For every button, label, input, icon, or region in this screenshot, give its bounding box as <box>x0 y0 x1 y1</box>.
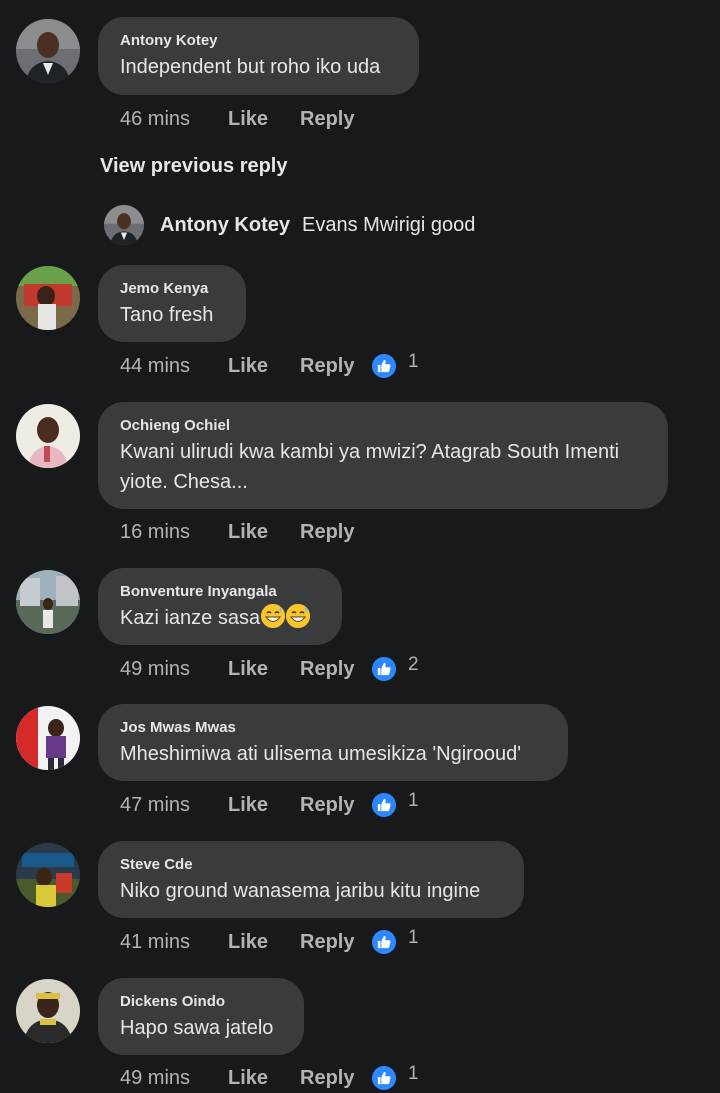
reply-text: Evans Mwirigi good <box>302 213 476 236</box>
like-reaction-icon[interactable] <box>372 1066 396 1090</box>
comment-text: Kwani ulirudi kwa kambi ya mwizi? Atagra… <box>120 441 620 463</box>
reply-button[interactable]: Reply <box>300 1067 372 1090</box>
comment-text: Hapo sawa jatelo <box>120 1017 274 1039</box>
reaction-count[interactable]: 2 <box>408 654 419 676</box>
comment-author[interactable]: Antony Kotey <box>120 32 397 50</box>
comment-time[interactable]: 44 mins <box>120 355 228 378</box>
comment-bubble: Antony Kotey Independent but roho iko ud… <box>98 17 419 95</box>
comment-time[interactable]: 47 mins <box>120 794 228 817</box>
reply-button[interactable]: Reply <box>300 521 372 544</box>
avatar[interactable] <box>16 404 80 468</box>
like-button[interactable]: Like <box>228 794 300 817</box>
reaction-count[interactable]: 1 <box>408 1063 419 1085</box>
comment-meta: 49 mins Like Reply 1 <box>120 1063 419 1093</box>
like-reaction-icon[interactable] <box>372 793 396 817</box>
avatar[interactable] <box>16 843 80 907</box>
like-button[interactable]: Like <box>228 521 300 544</box>
like-button[interactable]: Like <box>228 658 300 681</box>
comment-time[interactable]: 41 mins <box>120 931 228 954</box>
comment-time[interactable]: 49 mins <box>120 658 228 681</box>
avatar[interactable] <box>104 205 144 245</box>
comment-text: Tano fresh <box>120 304 214 326</box>
avatar[interactable] <box>16 706 80 770</box>
comment-text: Independent but roho iko uda <box>120 56 381 78</box>
reply-button[interactable]: Reply <box>300 658 372 681</box>
comment-author[interactable]: Bonventure Inyangala <box>120 583 320 601</box>
like-button[interactable]: Like <box>228 355 300 378</box>
like-reaction-icon[interactable] <box>372 354 396 378</box>
comment-author[interactable]: Dickens Oindo <box>120 993 282 1011</box>
like-reaction-icon[interactable] <box>372 930 396 954</box>
comment-bubble: Dickens Oindo Hapo sawa jatelo <box>98 978 304 1055</box>
comment-bubble: Bonventure Inyangala Kazi ianze sasa <box>98 568 342 645</box>
reply-button[interactable]: Reply <box>300 931 372 954</box>
comment-text-body: Kazi ianze sasa <box>120 607 261 629</box>
grinning-sweat-emoji-icon <box>261 604 286 628</box>
comment-text: Kazi ianze sasa <box>120 603 320 633</box>
reply-button[interactable]: Reply <box>300 794 372 817</box>
comment-text-continued: yiote. Chesa... <box>120 471 248 493</box>
comment-meta: 16 mins Like Reply <box>120 517 372 547</box>
comment-author[interactable]: Jos Mwas Mwas <box>120 719 546 737</box>
comment-bubble: Ochieng Ochiel Kwani ulirudi kwa kambi y… <box>98 402 668 509</box>
reaction-count[interactable]: 1 <box>408 351 419 373</box>
reply-button[interactable]: Reply <box>300 108 372 131</box>
view-previous-reply-link[interactable]: View previous reply <box>100 155 288 178</box>
reaction-count[interactable]: 1 <box>408 927 419 949</box>
comment-author[interactable]: Jemo Kenya <box>120 280 224 298</box>
comment-bubble: Jos Mwas Mwas Mheshimiwa ati ulisema ume… <box>98 704 568 781</box>
avatar[interactable] <box>16 979 80 1043</box>
comment-text: Niko ground wanasema jaribu kitu ingine <box>120 880 481 902</box>
comment-meta: 41 mins Like Reply 1 <box>120 927 419 957</box>
comment-time[interactable]: 49 mins <box>120 1067 228 1090</box>
like-button[interactable]: Like <box>228 108 300 131</box>
comment-meta: 44 mins Like Reply 1 <box>120 351 419 381</box>
comment-meta: 46 mins Like Reply <box>120 104 372 134</box>
comment-bubble: Jemo Kenya Tano fresh <box>98 265 246 342</box>
avatar[interactable] <box>16 570 80 634</box>
like-button[interactable]: Like <box>228 1067 300 1090</box>
comment-author[interactable]: Ochieng Ochiel <box>120 417 646 435</box>
comment-time[interactable]: 46 mins <box>120 108 228 131</box>
comment-meta: 49 mins Like Reply 2 <box>120 654 419 684</box>
comment-time[interactable]: 16 mins <box>120 521 228 544</box>
grinning-sweat-emoji-icon <box>286 604 311 628</box>
comment-bubble: Steve Cde Niko ground wanasema jaribu ki… <box>98 841 524 918</box>
comment-text: Mheshimiwa ati ulisema umesikiza 'Ngiroo… <box>120 743 522 765</box>
avatar[interactable] <box>16 19 80 83</box>
comment-author[interactable]: Steve Cde <box>120 856 502 874</box>
reply-author[interactable]: Antony Kotey <box>160 214 290 237</box>
comment-meta: 47 mins Like Reply 1 <box>120 790 419 820</box>
like-reaction-icon[interactable] <box>372 657 396 681</box>
reaction-count[interactable]: 1 <box>408 790 419 812</box>
reply-button[interactable]: Reply <box>300 355 372 378</box>
reply-preview[interactable]: Antony Kotey Evans Mwirigi good <box>104 204 475 246</box>
like-button[interactable]: Like <box>228 931 300 954</box>
avatar[interactable] <box>16 266 80 330</box>
